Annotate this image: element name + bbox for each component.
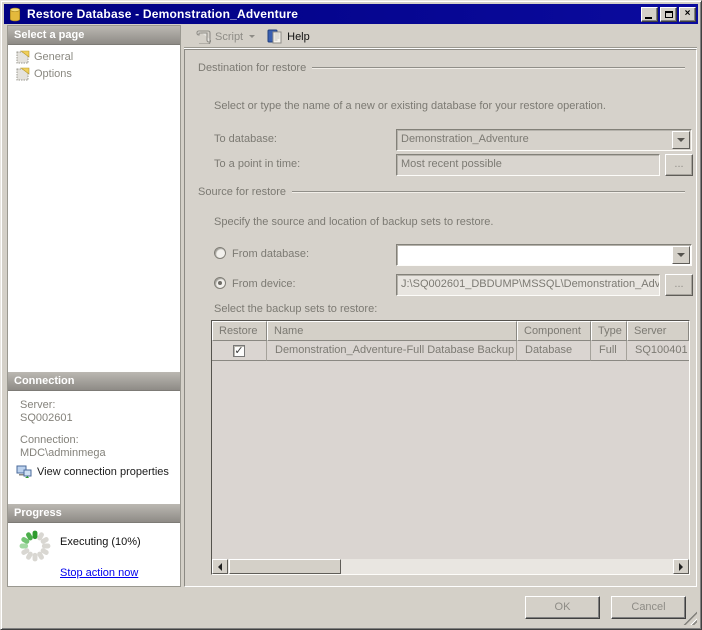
- script-icon: [196, 30, 211, 44]
- sidebar-item-label: Options: [34, 67, 72, 80]
- help-icon: [267, 29, 282, 44]
- backup-sets-table: Restore Name Component Type Server ✓ Dem…: [211, 320, 690, 575]
- help-label: Help: [287, 30, 310, 43]
- source-section-header: Source for restore: [198, 186, 685, 198]
- to-point-in-time-field[interactable]: Most recent possible: [396, 154, 660, 176]
- from-device-browse-button[interactable]: ...: [665, 274, 693, 296]
- connection-properties-icon: [16, 465, 32, 478]
- table-empty-area: [212, 361, 689, 559]
- name-cell: Demonstration_Adventure-Full Database Ba…: [267, 341, 517, 361]
- column-header-type[interactable]: Type: [591, 321, 627, 341]
- column-header-name[interactable]: Name: [267, 321, 517, 341]
- ok-button[interactable]: OK: [525, 596, 600, 619]
- view-connection-properties-label: View connection properties: [37, 466, 169, 478]
- progress-status: Executing (10%): [60, 536, 141, 548]
- source-instruction: Specify the source and location of backu…: [214, 216, 494, 228]
- to-database-value: Demonstration_Adventure: [401, 133, 529, 145]
- to-database-combobox[interactable]: Demonstration_Adventure: [396, 129, 692, 151]
- sidebar: Select a page General Options Connection…: [7, 25, 181, 587]
- scrollbar-thumb[interactable]: [229, 559, 341, 574]
- page-icon: [16, 50, 30, 63]
- to-database-label: To database:: [214, 133, 277, 145]
- from-database-dropdown-button[interactable]: [672, 246, 690, 264]
- column-header-server[interactable]: Server: [627, 321, 689, 341]
- connection-header: Connection: [8, 372, 180, 391]
- view-connection-properties[interactable]: View connection properties: [16, 465, 169, 479]
- destination-section-header: Destination for restore: [198, 62, 685, 74]
- script-button[interactable]: Script: [191, 27, 261, 46]
- close-icon: ×: [684, 8, 691, 19]
- minimize-icon: [645, 16, 652, 19]
- page-list: General Options: [8, 45, 180, 372]
- maximize-button[interactable]: [660, 6, 677, 22]
- progress-panel: Executing (10%) Stop action now: [8, 523, 180, 586]
- to-point-browse-button[interactable]: ...: [665, 154, 693, 176]
- maximize-icon: [664, 10, 673, 18]
- script-dropdown-icon[interactable]: [249, 35, 256, 41]
- scroll-left-button[interactable]: [212, 559, 228, 574]
- section-divider: [312, 67, 685, 69]
- sidebar-item-label: General: [34, 50, 74, 63]
- backup-sets-label: Select the backup sets to restore:: [214, 303, 378, 315]
- type-cell: Full: [591, 341, 627, 361]
- connection-value: MDC\adminmega: [20, 447, 106, 459]
- sidebar-item-options[interactable]: Options: [8, 65, 180, 82]
- to-database-dropdown-button[interactable]: [672, 131, 690, 149]
- toolbar: Script Help: [184, 25, 697, 49]
- chevron-down-icon: [677, 138, 685, 146]
- destination-instruction: Select or type the name of a new or exis…: [214, 100, 606, 112]
- table-header-row: Restore Name Component Type Server: [212, 321, 689, 341]
- source-section-title: Source for restore: [198, 186, 287, 198]
- from-database-combobox[interactable]: [396, 244, 692, 266]
- arrow-left-icon: [214, 562, 222, 571]
- arrow-right-icon: [679, 562, 687, 571]
- server-value: SQ002601: [20, 412, 73, 424]
- column-header-restore[interactable]: Restore: [212, 321, 267, 341]
- horizontal-scrollbar[interactable]: [212, 559, 689, 574]
- titlebar[interactable]: Restore Database - Demonstration_Adventu…: [4, 4, 698, 24]
- column-header-component[interactable]: Component: [517, 321, 591, 341]
- page-icon: [16, 67, 30, 80]
- minimize-button[interactable]: [641, 6, 658, 22]
- from-database-label: From database:: [232, 248, 310, 260]
- database-icon: [9, 7, 21, 21]
- checkbox-checked[interactable]: ✓: [233, 345, 245, 357]
- destination-section-title: Destination for restore: [198, 62, 307, 74]
- help-button[interactable]: Help: [263, 27, 314, 46]
- sidebar-item-general[interactable]: General: [8, 48, 180, 65]
- select-a-page-header: Select a page: [8, 26, 180, 45]
- connection-panel: Server: SQ002601 Connection: MDC\adminme…: [8, 391, 180, 504]
- close-button[interactable]: ×: [679, 6, 696, 22]
- restore-database-dialog: Restore Database - Demonstration_Adventu…: [0, 0, 702, 630]
- from-database-value: [397, 245, 671, 265]
- cancel-button[interactable]: Cancel: [611, 596, 686, 619]
- to-point-label: To a point in time:: [214, 158, 301, 170]
- from-device-label: From device:: [232, 278, 296, 290]
- content-panel: Destination for restore Select or type t…: [184, 49, 697, 587]
- from-device-field[interactable]: J:\SQ002601_DBDUMP\MSSQL\Demonstration_A…: [396, 274, 660, 296]
- server-cell: SQ100401: [627, 341, 689, 361]
- progress-spinner-icon: [19, 530, 51, 562]
- component-cell: Database: [517, 341, 591, 361]
- script-label: Script: [215, 30, 244, 43]
- table-row: ✓ Demonstration_Adventure-Full Database …: [212, 341, 689, 361]
- scroll-right-button[interactable]: [673, 559, 689, 574]
- connection-label: Connection:: [20, 434, 79, 446]
- radio-dot-icon: [218, 281, 222, 285]
- chevron-down-icon: [677, 253, 685, 261]
- scrollbar-track[interactable]: [341, 559, 673, 574]
- stop-action-link[interactable]: Stop action now: [60, 567, 138, 579]
- window-title: Restore Database - Demonstration_Adventu…: [27, 7, 299, 21]
- server-label: Server:: [20, 399, 56, 411]
- from-database-radio[interactable]: [214, 247, 226, 259]
- from-device-radio[interactable]: [214, 277, 226, 289]
- restore-cell: ✓: [212, 341, 267, 361]
- section-divider: [292, 191, 685, 193]
- progress-header: Progress: [8, 504, 180, 523]
